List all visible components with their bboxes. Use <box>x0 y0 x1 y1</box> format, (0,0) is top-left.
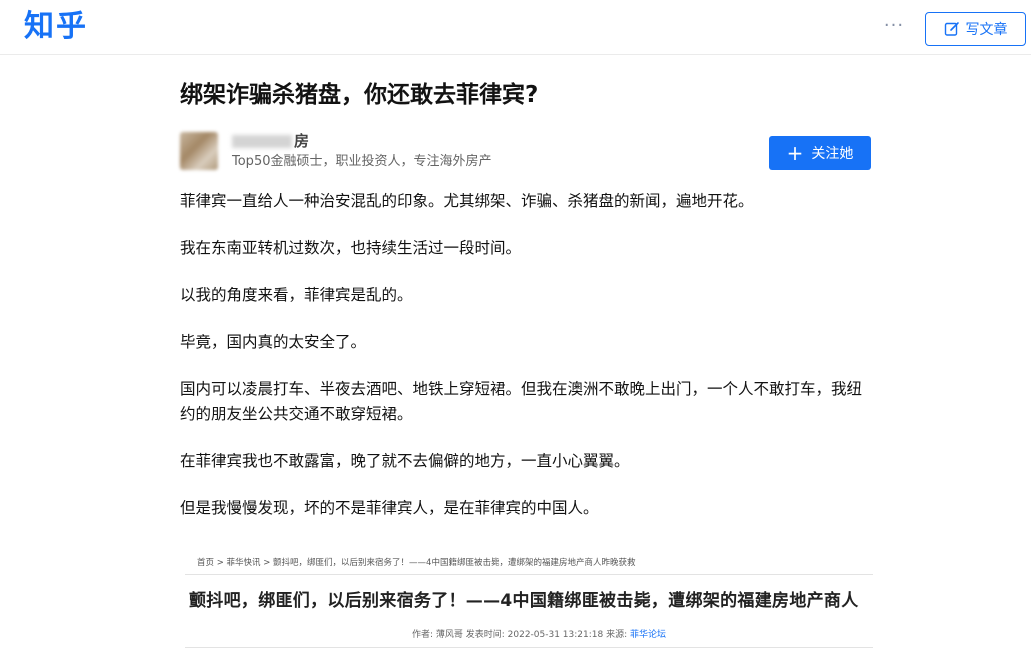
more-options-button[interactable]: ··· <box>880 14 908 38</box>
zhihu-logo[interactable]: 知乎 <box>24 9 88 45</box>
redacted-name-blur <box>232 135 292 148</box>
follow-button[interactable]: + 关注她 <box>769 136 871 170</box>
write-article-button[interactable]: 写文章 <box>925 12 1026 46</box>
author-name-visible: 房 <box>294 132 310 150</box>
article-container: 绑架诈骗杀猪盘，你还敢去菲律宾? 房 Top50金融硕士，职业投资人，专注海外房… <box>0 55 1031 653</box>
paragraph: 以我的角度来看，菲律宾是乱的。 <box>180 286 413 304</box>
top-navigation-bar: 知乎 ··· 写文章 <box>0 0 1031 55</box>
follow-label: 关注她 <box>811 146 854 162</box>
embedded-breadcrumb: 首页 > 菲华快讯 > 颤抖吧，绑匪们，以后别来宿务了！——4中国籍绑匪被击毙，… <box>197 558 636 568</box>
paragraph: 菲律宾一直给人一种治安混乱的印象。尤其绑架、诈骗、杀猪盘的新闻，遍地开花。 <box>180 192 754 210</box>
paragraph: 在菲律宾我也不敢露富，晚了就不去偏僻的地方，一直小心翼翼。 <box>180 452 630 470</box>
divider <box>185 574 873 575</box>
author-bio: Top50金融硕士，职业投资人，专注海外房产 <box>232 154 492 169</box>
author-avatar[interactable] <box>180 132 218 170</box>
article-title: 绑架诈骗杀猪盘，你还敢去菲律宾? <box>180 82 539 108</box>
plus-icon: + <box>786 141 804 165</box>
paragraph: 我在东南亚转机过数次，也持续生活过一段时间。 <box>180 239 522 257</box>
paragraph: 但是我慢慢发现，坏的不是菲律宾人，是在菲律宾的中国人。 <box>180 499 599 517</box>
paragraph: 毕竟，国内真的太安全了。 <box>180 333 367 351</box>
embedded-meta-text: 作者: 薄风哥 发表时间: 2022-05-31 13:21:18 来源: <box>412 630 630 640</box>
paragraph: 国内可以凌晨打车、半夜去酒吧、地铁上穿短裙。但我在澳洲不敢晚上出门，一个人不敢打… <box>180 380 863 423</box>
embedded-headline: 颤抖吧，绑匪们，以后别来宿务了！——4中国籍绑匪被击毙，遭绑架的福建房地产商人 <box>189 591 859 611</box>
divider <box>185 647 873 648</box>
author-name[interactable]: 房 <box>232 131 309 151</box>
embedded-meta: 作者: 薄风哥 发表时间: 2022-05-31 13:21:18 来源: 菲华… <box>412 627 666 640</box>
embedded-source: 菲华论坛 <box>630 630 667 640</box>
embedded-news-screenshot[interactable]: 首页 > 菲华快讯 > 颤抖吧，绑匪们，以后别来宿务了！——4中国籍绑匪被击毙，… <box>180 550 875 653</box>
edit-icon <box>944 22 959 36</box>
write-article-label: 写文章 <box>965 22 1008 38</box>
article-body: 菲律宾一直给人一种治安混乱的印象。尤其绑架、诈骗、杀猪盘的新闻，遍地开花。 我在… <box>180 189 875 543</box>
